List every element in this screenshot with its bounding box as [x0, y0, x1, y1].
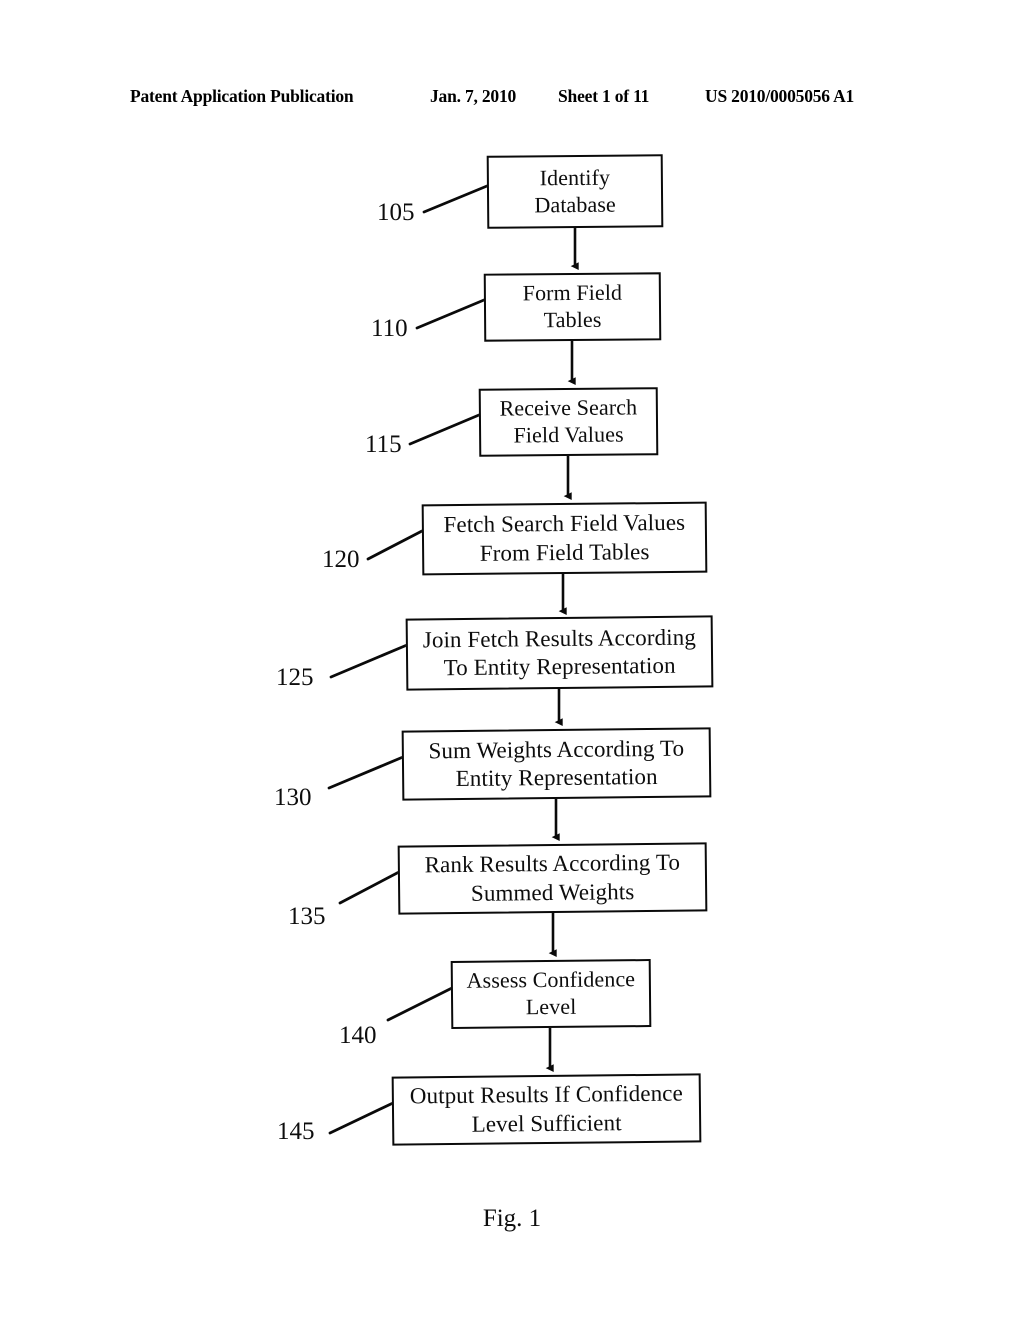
leader-line-130	[327, 755, 405, 790]
leader-line-125	[329, 643, 409, 679]
process-box-120-line2: From Field Tables	[479, 538, 650, 566]
process-box-105: Identify Database	[486, 154, 664, 229]
process-box-145: Output Results If Confidence Level Suffi…	[391, 1073, 702, 1146]
process-box-120-line1: Fetch Search Field Values	[443, 510, 686, 538]
process-box-140-line1: Assess Confidence	[466, 966, 636, 993]
process-box-140-line2: Level	[525, 993, 577, 1020]
process-box-105-line2: Database	[534, 191, 616, 217]
figure-caption: Fig. 1	[482, 1205, 542, 1232]
process-box-130: Sum Weights According To Entity Represen…	[401, 727, 712, 801]
process-box-120: Fetch Search Field Values From Field Tab…	[421, 501, 708, 576]
process-box-135-line2: Summed Weights	[470, 878, 635, 906]
process-box-115-line2: Field Values	[513, 421, 624, 448]
leader-line-115	[408, 413, 481, 446]
process-box-125-line2: To Entity Representation	[443, 652, 676, 681]
process-box-125: Join Fetch Results According To Entity R…	[405, 615, 714, 691]
reference-numeral-115: 115	[365, 431, 402, 458]
process-box-115-line1: Receive Search	[499, 394, 638, 421]
leader-line-105	[422, 184, 489, 214]
process-box-110: Form Field Tables	[483, 272, 662, 342]
leader-line-120	[366, 529, 424, 561]
process-box-145-line1: Output Results If Confidence	[409, 1081, 683, 1109]
process-box-130-line2: Entity Representation	[455, 763, 658, 792]
process-box-135: Rank Results According To Summed Weights	[397, 842, 708, 915]
reference-numeral-140: 140	[339, 1022, 377, 1049]
process-box-135-line1: Rank Results According To	[424, 850, 681, 878]
reference-numeral-145: 145	[277, 1118, 315, 1145]
reference-numeral-110: 110	[371, 315, 408, 342]
reference-numeral-130: 130	[274, 784, 312, 811]
process-box-145-line2: Level Sufficient	[471, 1109, 622, 1137]
process-box-110-line2: Tables	[543, 306, 602, 333]
leader-line-135	[338, 870, 401, 905]
process-box-140: Assess Confidence Level	[450, 959, 652, 1029]
leader-line-140	[386, 986, 454, 1022]
leader-line-110	[415, 298, 486, 330]
leader-line-145	[328, 1101, 395, 1135]
process-box-125-line1: Join Fetch Results According	[422, 624, 696, 653]
reference-numeral-125: 125	[276, 664, 314, 691]
reference-numeral-135: 135	[288, 903, 326, 930]
process-box-110-line1: Form Field	[522, 279, 623, 306]
process-box-105-line1: Identify	[539, 164, 611, 190]
process-box-115: Receive Search Field Values	[478, 387, 659, 457]
reference-numeral-120: 120	[322, 546, 360, 573]
process-box-130-line1: Sum Weights According To	[428, 735, 685, 764]
reference-numeral-105: 105	[377, 199, 415, 226]
